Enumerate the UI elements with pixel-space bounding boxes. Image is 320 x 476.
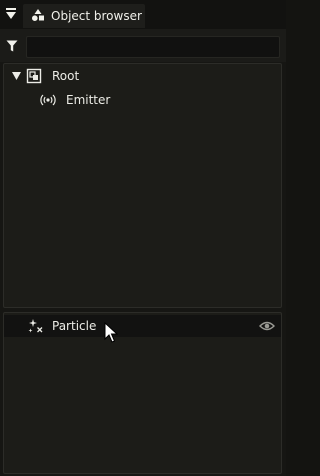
triangle-down-icon <box>6 8 16 19</box>
tab-object-browser[interactable]: Object browser <box>23 4 145 28</box>
component-list: Particle <box>3 312 282 474</box>
tree-item-root[interactable]: Root <box>4 65 281 87</box>
tree-item-label: Emitter <box>66 93 111 107</box>
emitter-icon <box>40 94 56 106</box>
list-item-particle[interactable]: Particle <box>4 315 281 337</box>
list-item-label: Particle <box>52 319 97 333</box>
expand-arrow-icon[interactable] <box>12 72 21 80</box>
collapse-button[interactable] <box>2 4 20 24</box>
filter-bar <box>0 29 286 62</box>
eye-icon[interactable] <box>259 320 275 332</box>
shapes-icon <box>32 9 44 21</box>
particle-icon <box>28 319 43 333</box>
object-tree: Root Emitter <box>3 63 282 308</box>
tab-title: Object browser <box>51 9 142 23</box>
filter-icon[interactable] <box>6 40 18 52</box>
tree-item-label: Root <box>52 69 80 83</box>
group-icon <box>26 68 42 84</box>
panel-header: Object browser <box>0 0 286 29</box>
filter-input[interactable] <box>26 36 280 58</box>
tree-item-emitter[interactable]: Emitter <box>4 89 281 111</box>
object-browser-window: Object browser Root Emitter Particle <box>0 0 286 476</box>
